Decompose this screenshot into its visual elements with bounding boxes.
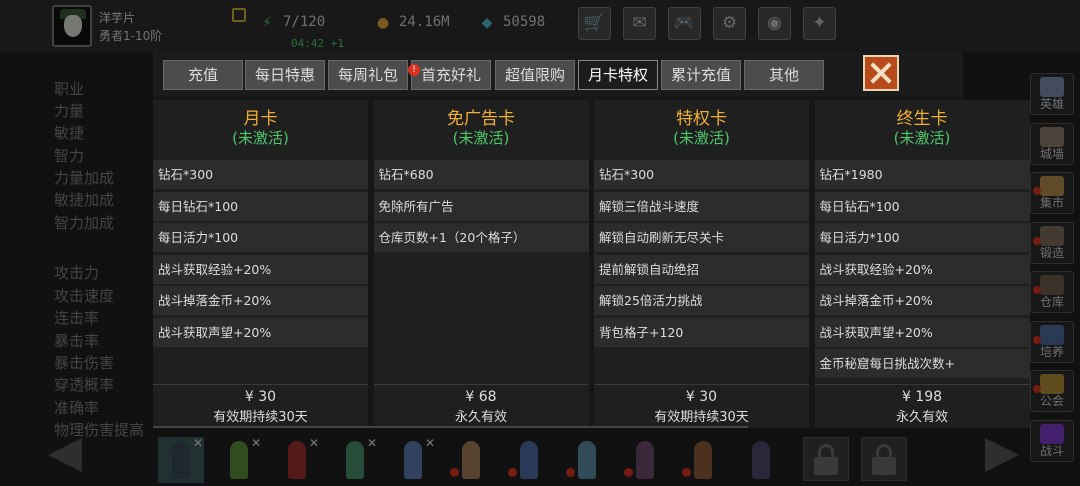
benefit-row: 解锁三倍战斗速度: [594, 191, 809, 221]
benefit-row: 战斗获取声望+20%: [814, 317, 1030, 347]
benefit-row: 战斗掉落金币+20%: [814, 286, 1030, 315]
card-status: (未激活): [893, 129, 951, 147]
alert-icon: !: [408, 64, 420, 76]
tab-label: 累计充值: [670, 66, 731, 84]
card-1[interactable]: 月卡 (未激活) 钻石*300 每日钻石*100 每日活力*100 战斗获取经验+20% 战…: [153, 100, 368, 428]
benefit-row: 战斗获取声望+20%: [153, 317, 368, 347]
benefit-row: 背包格子+120: [594, 317, 809, 347]
card-status: (未激活): [232, 129, 289, 147]
benefit-row: 解锁自动刷新无尽关卡: [594, 223, 809, 252]
card-2[interactable]: 免广告卡 (未激活) 钻石*680 免除所有广告 仓库页数+1（20个格子） ¥ 68 永久…: [373, 100, 589, 428]
card-title: 特权卡: [676, 109, 727, 129]
tab-5[interactable]: 超值限购: [495, 60, 575, 90]
tab-label: 首充好礼: [420, 66, 481, 84]
card-price[interactable]: ¥ 30: [594, 389, 809, 405]
card-title: 月卡: [243, 109, 278, 129]
tab-1[interactable]: 充值: [163, 60, 243, 90]
benefit-row: 每日钻石*100: [153, 191, 368, 221]
benefit-row: 提前解锁自动绝招: [594, 254, 809, 284]
shop-modal: 充值 每日特惠 每周礼包 首充好礼! 超值限购 月卡特权 累计充值 其他 月卡 (未激活) 钻石*…: [153, 52, 1030, 428]
card-4[interactable]: 终生卡 (未激活) 钻石*1980 每日钻石*100 每日活力*100 战斗获取经验+20…: [814, 100, 1030, 428]
card-price[interactable]: ¥ 68: [374, 389, 589, 405]
tab-label: 月卡特权: [587, 66, 648, 84]
benefit-row: 每日活力*100: [814, 223, 1030, 252]
card-price[interactable]: ¥ 198: [815, 389, 1030, 405]
benefit-row: 战斗掉落金币+20%: [153, 286, 368, 315]
card-duration: 永久有效: [895, 410, 948, 425]
divider: [594, 384, 809, 385]
close-button[interactable]: [863, 55, 899, 91]
tab-label: 充值: [187, 66, 218, 84]
benefit-row: 仓库页数+1（20个格子）: [373, 223, 589, 252]
tab-label: 其他: [768, 66, 799, 84]
benefit-row: 金币秘窟每日挑战次数+: [814, 349, 1030, 378]
benefit-row: 钻石*680: [373, 160, 589, 189]
divider: [373, 384, 589, 385]
shop-tab-bar: 充值 每日特惠 每周礼包 首充好礼! 超值限购 月卡特权 累计充值 其他: [153, 52, 963, 96]
card-duration: 永久有效: [454, 410, 507, 425]
benefit-row: 钻石*300: [594, 160, 809, 189]
benefit-row: 每日钻石*100: [814, 191, 1030, 221]
card-status: (未激活): [673, 129, 730, 147]
card-price[interactable]: ¥ 30: [153, 389, 368, 405]
card-3[interactable]: 特权卡 (未激活) 钻石*300 解锁三倍战斗速度 解锁自动刷新无尽关卡 提前解锁自动绝招…: [594, 100, 809, 428]
horizontal-scrollbar[interactable]: [153, 426, 748, 428]
tab-label: 超值限购: [504, 66, 565, 84]
benefit-row: 每日活力*100: [153, 223, 368, 252]
tab-6[interactable]: 月卡特权: [578, 60, 658, 90]
card-title: 终生卡: [896, 109, 948, 129]
card-status: (未激活): [452, 129, 510, 147]
benefit-row: 战斗获取经验+20%: [153, 254, 368, 284]
benefit-row: 钻石*300: [153, 160, 368, 189]
tab-label: 每日特惠: [254, 66, 315, 84]
benefit-row: 解锁25倍活力挑战: [594, 286, 809, 315]
divider: [153, 384, 368, 385]
card-duration: 有效期持续30天: [654, 410, 749, 425]
tab-3[interactable]: 每周礼包: [328, 60, 408, 90]
tab-label: 每周礼包: [337, 66, 398, 84]
divider: [814, 384, 1030, 385]
card-title: 免广告卡: [447, 109, 515, 129]
card-duration: 有效期持续30天: [213, 410, 308, 425]
benefit-row: 免除所有广告: [373, 191, 589, 221]
tab-2[interactable]: 每日特惠: [245, 60, 325, 90]
benefit-row: 钻石*1980: [814, 160, 1030, 189]
tab-4[interactable]: 首充好礼!: [408, 60, 491, 90]
benefit-row: 战斗获取经验+20%: [814, 254, 1030, 284]
tab-7[interactable]: 累计充值: [661, 60, 741, 90]
tab-8[interactable]: 其他: [744, 60, 824, 90]
